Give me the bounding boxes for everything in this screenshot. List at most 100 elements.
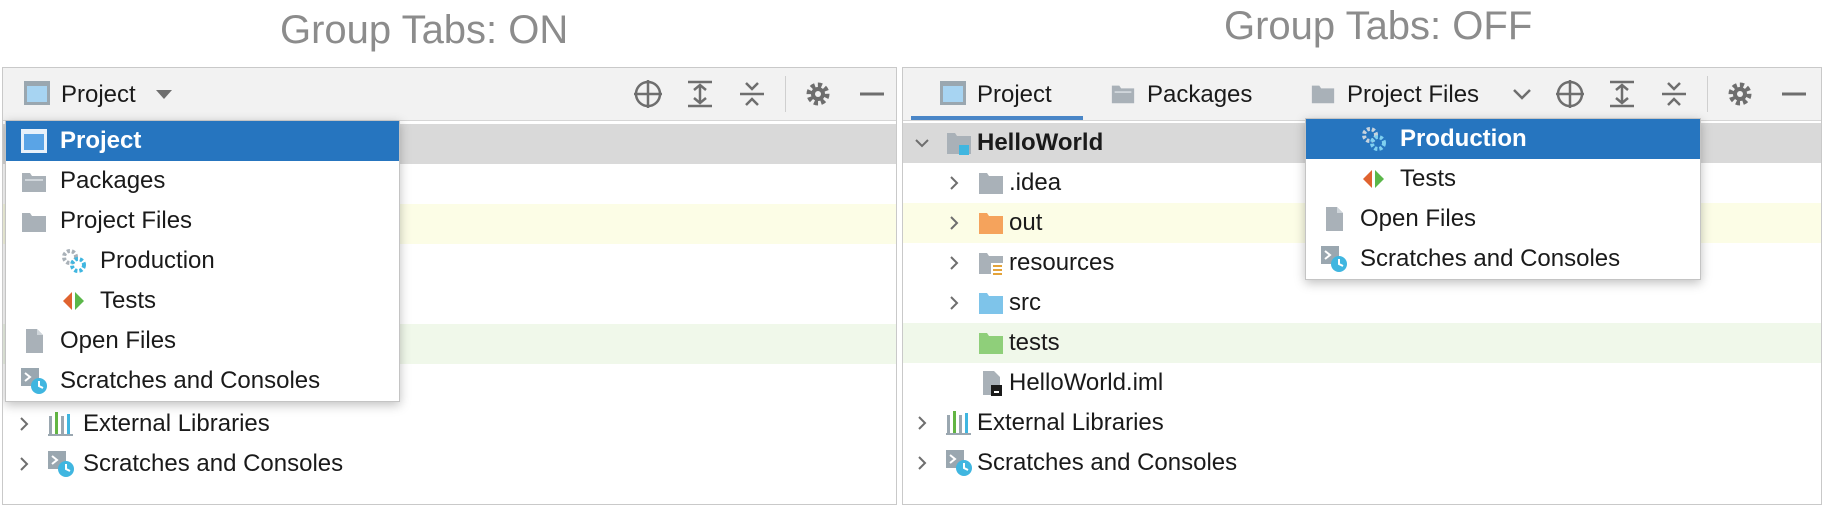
tab-project[interactable]: Project [911,68,1083,120]
open-files-icon [1326,207,1343,231]
tree-label: External Libraries [977,409,1164,436]
open-files-icon [26,329,43,353]
popup-item-tests[interactable]: Tests [1306,159,1700,199]
popup-item-open-files[interactable]: Open Files [6,321,399,361]
popup-item-production[interactable]: Production [1306,119,1700,159]
popup-item-label: Production [1400,125,1527,152]
chevron-down-icon[interactable] [1511,84,1533,104]
packages-icon [1111,85,1135,104]
left-toolbar: Project [3,68,896,121]
production-gear-icon [1362,127,1386,151]
chevron-right-icon[interactable] [947,216,961,230]
gear-icon[interactable] [1725,79,1755,109]
locate-icon[interactable] [633,79,663,109]
right-caption: Group Tabs: OFF [1224,4,1533,48]
scratches-icon [48,451,74,477]
folder-icon [1311,85,1335,104]
chevron-right-icon[interactable] [915,416,929,430]
folder-icon [979,173,1003,194]
chevron-right-icon[interactable] [17,457,31,471]
production-gear-icon [62,249,86,273]
scratches-icon [1321,246,1347,272]
popup-item-scratches[interactable]: Scratches and Consoles [1306,239,1700,279]
popup-item-label: Scratches and Consoles [1360,245,1621,272]
popup-item-production[interactable]: Production [6,241,399,281]
tests-icon [1363,170,1384,188]
toolbar-separator [785,76,786,112]
libraries-icon [48,412,73,436]
minimize-icon[interactable] [857,79,887,109]
project-view-icon [940,81,966,105]
tree-label: HelloWorld.iml [1009,369,1164,396]
popup-item-tests[interactable]: Tests [6,281,399,321]
tab-label: Project Files [1347,81,1480,108]
popup-item-open-files[interactable]: Open Files [1306,199,1700,239]
minimize-icon[interactable] [1779,79,1809,109]
collapse-all-icon[interactable] [737,79,767,109]
chevron-right-icon[interactable] [947,256,961,270]
tree-label: Scratches and Consoles [83,450,344,477]
left-caption: Group Tabs: ON [280,8,569,52]
popup-item-project-files[interactable]: Project Files [6,201,399,241]
popup-item-label: Project Files [60,207,193,234]
folder-icon [22,213,46,232]
tab-packages[interactable]: Packages [1103,68,1273,120]
chevron-right-icon[interactable] [947,176,961,190]
tree-row-scratches[interactable]: Scratches and Consoles [903,443,1821,483]
expand-all-icon[interactable] [685,79,715,109]
tree-label: out [1009,209,1043,236]
module-icon [947,133,971,155]
chevron-right-icon[interactable] [915,456,929,470]
tab-label: Project [977,81,1052,108]
gear-icon[interactable] [803,79,833,109]
popup-item-label: Scratches and Consoles [60,367,321,394]
tree-label: Scratches and Consoles [977,449,1238,476]
toolbar-separator [1707,76,1708,112]
tree-row-external-libraries[interactable]: External Libraries [903,403,1821,443]
dropdown-arrow-icon [156,90,172,99]
popup-item-label: Open Files [1360,205,1477,232]
tree-label: src [1009,289,1041,316]
tests-icon [63,292,84,310]
tree-label: tests [1009,329,1060,356]
project-view-label: Project [61,81,136,108]
tab-project-files[interactable]: Project Files [1305,68,1535,120]
excluded-folder-icon [979,213,1003,234]
test-folder-icon [979,333,1003,354]
popup-item-label: Tests [100,287,157,314]
source-folder-icon [979,293,1003,314]
popup-item-label: Open Files [60,327,177,354]
popup-item-label: Packages [60,167,166,194]
left-project-panel: Project External Libraries Scratches and… [2,67,897,505]
right-toolbar: Project Packages Project Files [903,68,1821,121]
resources-folder-icon [979,253,1003,276]
tree-row-external-libraries[interactable]: External Libraries [3,404,896,444]
right-project-panel: Project Packages Project Files HelloWorl… [902,67,1822,505]
popup-item-label: Project [60,127,142,154]
chevron-right-icon[interactable] [947,296,961,310]
popup-item-project[interactable]: Project [6,121,399,161]
project-files-dropdown-popup: Production Tests Open Files Scratches an… [1305,118,1701,280]
project-view-selector[interactable]: Project [19,68,189,120]
tree-label: resources [1009,249,1115,276]
tree-row-scratches[interactable]: Scratches and Consoles [3,444,896,484]
popup-item-label: Tests [1400,165,1457,192]
tree-label: External Libraries [83,410,270,437]
popup-item-scratches[interactable]: Scratches and Consoles [6,361,399,401]
chevron-right-icon[interactable] [17,417,31,431]
project-view-icon [21,129,47,153]
tree-row-tests[interactable]: tests [903,323,1821,363]
active-tab-indicator [911,116,1083,120]
collapse-all-icon[interactable] [1659,79,1689,109]
tree-row-iml[interactable]: HelloWorld.iml [903,363,1821,403]
view-dropdown-popup: Project Packages Project Files Productio… [5,120,400,402]
popup-item-label: Production [100,247,215,274]
expand-all-icon[interactable] [1607,79,1637,109]
project-view-icon [24,81,50,105]
packages-icon [22,173,46,192]
tree-row-src[interactable]: src [903,283,1821,323]
scratches-icon [21,368,47,394]
chevron-down-icon[interactable] [915,136,929,150]
popup-item-packages[interactable]: Packages [6,161,399,201]
locate-icon[interactable] [1555,79,1585,109]
